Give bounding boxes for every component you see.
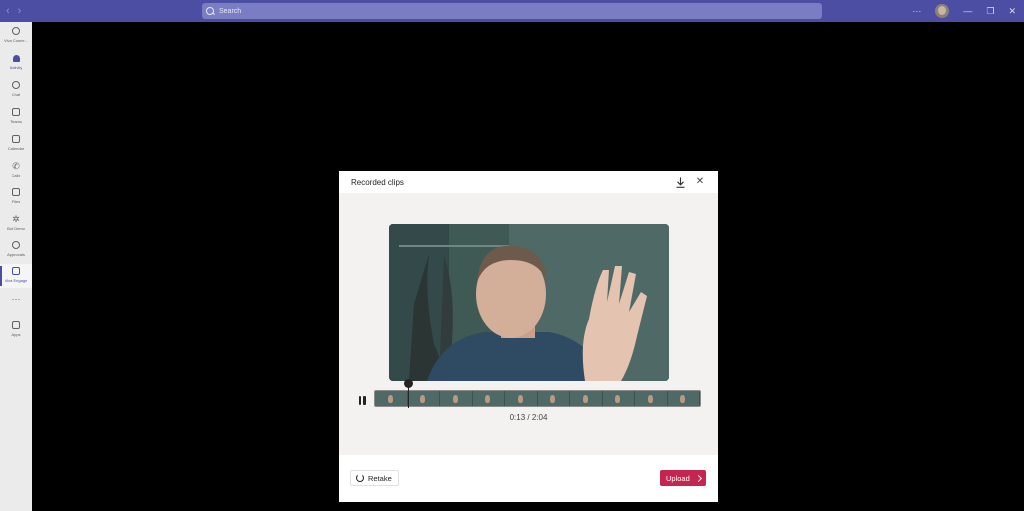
pause-icon-bar — [358, 395, 361, 405]
bell-icon — [12, 54, 20, 62]
chat-icon — [12, 81, 20, 89]
more-apps-icon: ··· — [11, 294, 21, 304]
rail-item-chat[interactable]: Chat — [0, 78, 32, 102]
upload-button[interactable]: Upload — [660, 470, 706, 486]
rail-item-label: Viva Engage — [4, 278, 28, 283]
title-bar: ‹ › Search ··· — ❐ ✕ — [0, 0, 1024, 22]
more-options-icon[interactable]: ··· — [912, 3, 921, 19]
dialog-body: 0:13 / 2:04 — [339, 193, 718, 455]
playhead-handle[interactable] — [403, 379, 413, 388]
close-window-icon[interactable]: ✕ — [1008, 3, 1016, 19]
bot-icon: ✲ — [12, 214, 20, 224]
pause-icon-bar — [363, 395, 366, 405]
pause-button[interactable] — [357, 394, 367, 406]
timeline-frame — [375, 391, 408, 406]
window-controls: ··· — ❐ ✕ — [912, 3, 1016, 19]
apps-icon — [12, 321, 20, 329]
rail-item-label: Calls — [11, 173, 21, 178]
calendar-icon — [12, 135, 20, 143]
rail-item-calls[interactable]: ✆ Calls — [0, 159, 32, 183]
file-icon — [12, 188, 20, 196]
rail-item-approvals[interactable]: Approvals — [0, 238, 32, 262]
video-preview[interactable] — [389, 224, 669, 381]
rail-item-teams[interactable]: Teams — [0, 105, 32, 129]
rail-item-label: Teams — [10, 119, 22, 124]
rail-item-apps[interactable]: Apps — [0, 318, 32, 342]
avatar[interactable] — [935, 4, 950, 18]
rail-item-label: Approvals — [7, 252, 25, 257]
forward-arrow-icon[interactable]: › — [18, 4, 22, 18]
rail-item-label: Files — [11, 199, 21, 204]
approvals-icon — [12, 241, 20, 249]
timeline-frame — [603, 391, 635, 406]
dialog-header: Recorded clips ✕ — [339, 171, 718, 193]
rail-item-label: Apps — [11, 332, 21, 337]
engage-icon — [12, 267, 20, 275]
retake-label: Retake — [368, 473, 392, 483]
restore-icon[interactable]: ❐ — [986, 3, 994, 19]
rail-item-label: Chat — [11, 92, 21, 97]
timeline-frame — [440, 391, 473, 406]
rail-item-viva-connections[interactable]: Viva Conne... — [0, 24, 32, 48]
timeline-frame — [505, 391, 538, 406]
history-nav: ‹ › — [6, 4, 21, 18]
search-input[interactable]: Search — [202, 3, 822, 19]
minimize-icon[interactable]: — — [963, 3, 972, 19]
rail-more-apps[interactable]: ··· — [0, 292, 32, 316]
back-arrow-icon[interactable]: ‹ — [6, 4, 10, 18]
timeline-frame — [570, 391, 603, 406]
teams-icon — [12, 108, 20, 116]
rail-item-label: Viva Conne... — [4, 38, 28, 43]
rail-item-label: Bot Demo — [7, 226, 25, 231]
rail-item-calendar[interactable]: Calendar — [0, 132, 32, 156]
retake-icon — [356, 474, 364, 482]
timeline-frame — [635, 391, 668, 406]
timeline-frame — [668, 391, 700, 406]
rail-item-viva-engage[interactable]: Viva Engage — [0, 264, 32, 288]
rail-item-bot-demo[interactable]: ✲ Bot Demo — [0, 212, 32, 236]
upload-label: Upload — [666, 473, 690, 483]
timeline-frame — [538, 391, 570, 406]
download-icon[interactable] — [676, 177, 685, 188]
timecode: 0:13 / 2:04 — [509, 413, 548, 422]
timeline-frame — [473, 391, 505, 406]
recorded-clips-dialog: Recorded clips ✕ 0:13 / 2:04 Retake Uplo… — [339, 171, 718, 502]
search-placeholder: Search — [219, 7, 242, 15]
timeline-frame — [408, 391, 440, 406]
connections-icon — [12, 27, 20, 35]
search-icon — [206, 6, 215, 16]
rail-item-label: Calendar — [7, 146, 25, 151]
clip-timeline[interactable] — [374, 390, 701, 407]
rail-item-files[interactable]: Files — [0, 185, 32, 209]
rail-item-activity[interactable]: Activity — [0, 51, 32, 75]
dialog-footer: Retake Upload — [339, 455, 718, 502]
chevron-right-icon — [694, 474, 702, 482]
rail-item-label: Activity — [9, 65, 23, 70]
dialog-title: Recorded clips — [351, 178, 404, 187]
close-icon[interactable]: ✕ — [695, 177, 705, 187]
app-rail: Viva Conne... Activity Chat Teams Calend… — [0, 22, 32, 511]
phone-icon: ✆ — [12, 161, 20, 171]
retake-button[interactable]: Retake — [350, 470, 399, 486]
